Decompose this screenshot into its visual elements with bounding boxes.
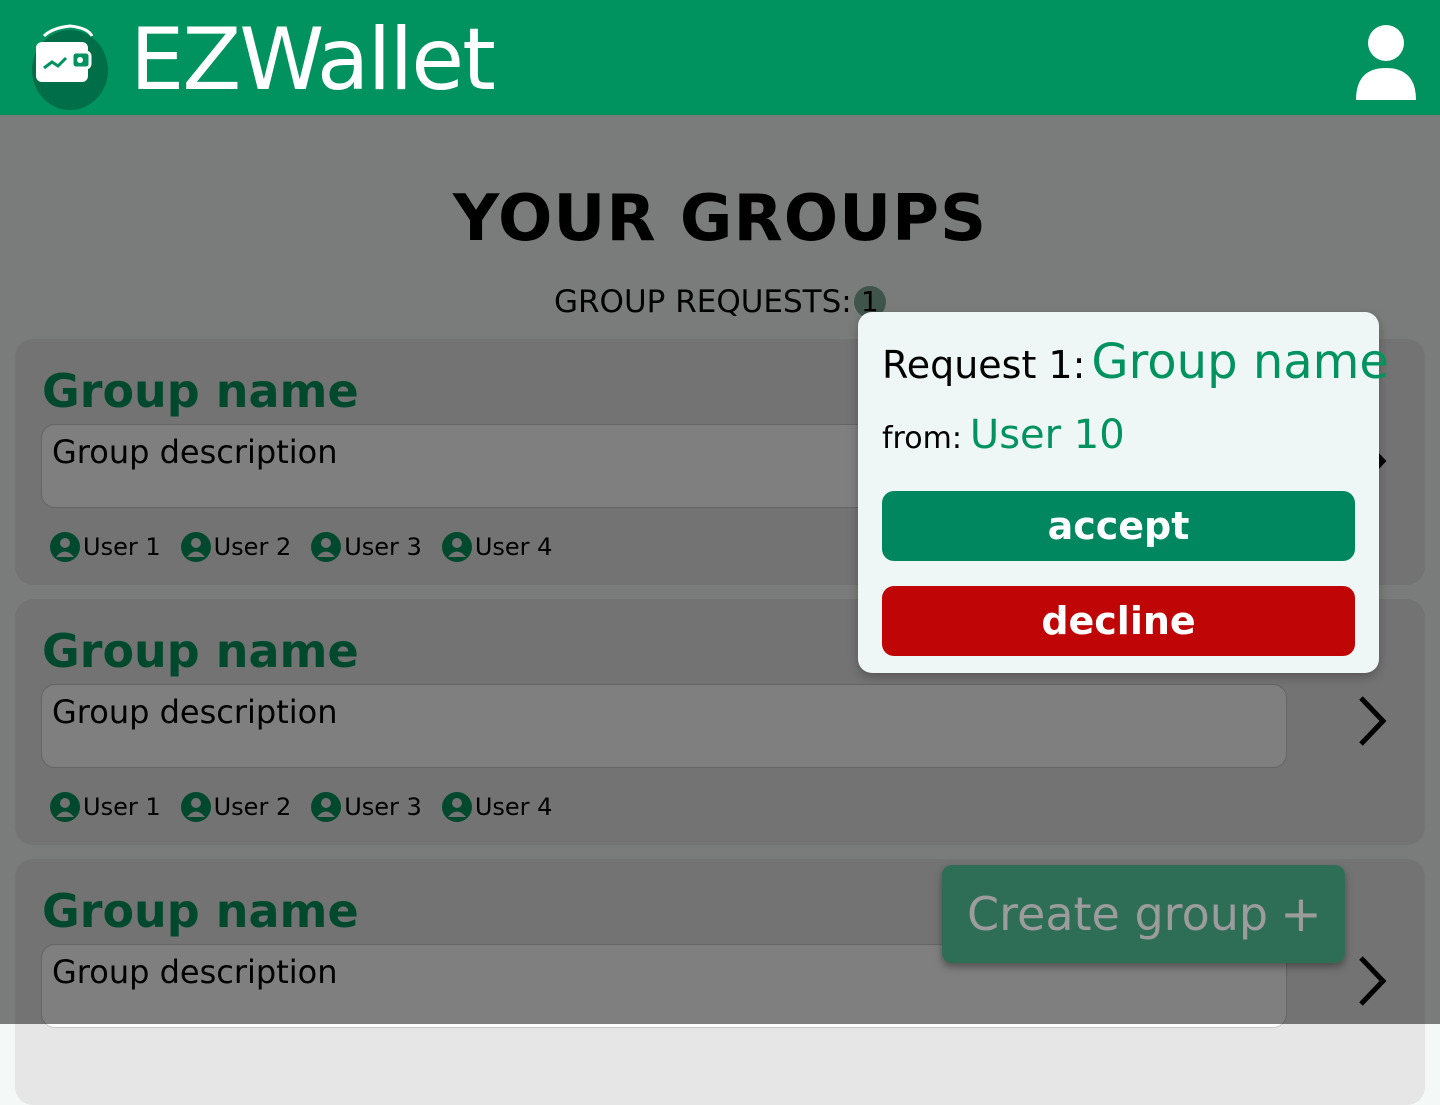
group-request-popup: Request 1: Group name from: User 10 accept… bbox=[858, 312, 1389, 673]
request-group-name: Group name bbox=[1091, 334, 1389, 390]
request-label: Request 1: bbox=[882, 343, 1086, 387]
accept-button[interactable]: accept bbox=[882, 491, 1355, 561]
decline-button[interactable]: decline bbox=[882, 586, 1355, 656]
from-label: from: bbox=[882, 421, 962, 456]
app-title: EZWallet bbox=[130, 10, 496, 110]
request-title: Request 1: Group name bbox=[882, 334, 1389, 390]
create-group-label: Create group bbox=[967, 887, 1269, 941]
wallet-logo-icon bbox=[30, 22, 110, 112]
request-from: from: User 10 bbox=[882, 412, 1125, 458]
top-bar: EZWallet bbox=[0, 0, 1440, 115]
from-user: User 10 bbox=[969, 412, 1125, 458]
profile-icon[interactable] bbox=[1354, 24, 1418, 102]
plus-icon: + bbox=[1280, 885, 1322, 943]
create-group-button[interactable]: Create group + bbox=[942, 865, 1345, 963]
